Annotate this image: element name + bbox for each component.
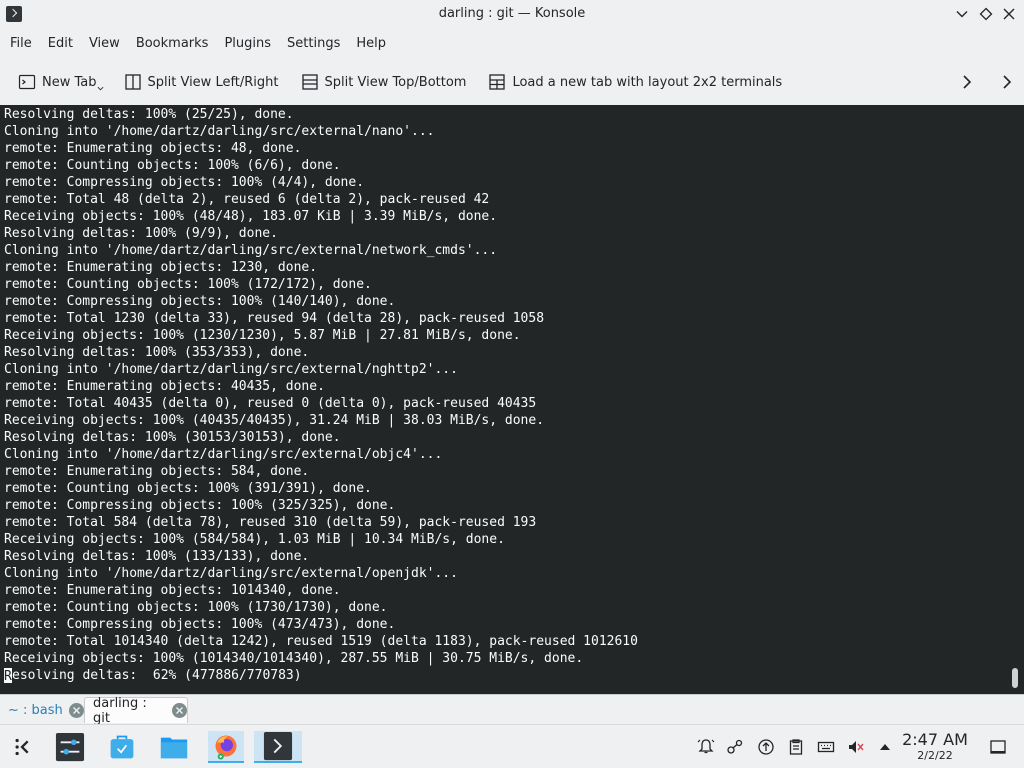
terminal-line: remote: Total 48 (delta 2), reused 6 (de… bbox=[4, 192, 490, 207]
tab-label: darling : git bbox=[93, 695, 147, 726]
clipboard-icon[interactable] bbox=[787, 738, 805, 756]
terminal-line: remote: Counting objects: 100% (172/172)… bbox=[4, 277, 372, 292]
clock-date: 2/2/22 bbox=[917, 749, 953, 762]
terminal-line: remote: Enumerating objects: 1014340, do… bbox=[4, 583, 341, 598]
konsole-icon[interactable] bbox=[254, 731, 302, 763]
toolbar: New Tab Split View Left/Right Split View… bbox=[0, 62, 1024, 102]
dolphin-folder-icon[interactable] bbox=[158, 731, 190, 763]
split-horizontal-icon bbox=[301, 74, 318, 90]
terminal-line: remote: Counting objects: 100% (391/391)… bbox=[4, 481, 372, 496]
diamond-icon bbox=[979, 7, 993, 21]
tab-bar: ~ : bash darling : git bbox=[0, 694, 1024, 726]
terminal-line: Cloning into '/home/dartz/darling/src/ex… bbox=[4, 447, 443, 462]
split-view-top-bottom-button[interactable]: Split View Top/Bottom bbox=[295, 66, 473, 98]
load-layout-label: Load a new tab with layout 2x2 terminals bbox=[512, 74, 783, 90]
terminal-current-line: Resolving deltas: 62% (477886/770783) bbox=[4, 667, 638, 684]
menu-bar: File Edit View Bookmarks Plugins Setting… bbox=[0, 30, 1024, 58]
terminal-line: remote: Enumerating objects: 584, done. bbox=[4, 464, 310, 479]
chevron-down-icon bbox=[956, 11, 968, 18]
terminal-line: Receiving objects: 100% (40435/40435), 3… bbox=[4, 413, 545, 428]
terminal-line: Resolving deltas: 100% (30153/30153), do… bbox=[4, 430, 341, 445]
menu-settings[interactable]: Settings bbox=[279, 30, 348, 58]
minimize-button[interactable] bbox=[953, 5, 971, 23]
tab-darling-git[interactable]: darling : git bbox=[84, 695, 188, 726]
grid-layout-icon bbox=[489, 74, 506, 90]
load-layout-button[interactable]: Load a new tab with layout 2x2 terminals bbox=[482, 66, 788, 98]
close-icon bbox=[1003, 8, 1015, 20]
network-icon[interactable] bbox=[726, 738, 744, 756]
terminal-cursor: R bbox=[4, 668, 12, 684]
menu-bookmarks[interactable]: Bookmarks bbox=[128, 30, 217, 58]
terminal-line: Resolving deltas: 100% (25/25), done. bbox=[4, 107, 294, 122]
clock[interactable]: 2:47 AM 2/2/22 bbox=[898, 730, 972, 763]
menu-file[interactable]: File bbox=[2, 30, 40, 58]
split-vertical-icon bbox=[124, 74, 141, 90]
terminal-line: remote: Total 40435 (delta 0), reused 0 … bbox=[4, 396, 537, 411]
split-lr-label: Split View Left/Right bbox=[147, 74, 279, 90]
terminal-line: remote: Compressing objects: 100% (140/1… bbox=[4, 294, 396, 309]
terminal-current-text: esolving deltas: 62% (477886/770783) bbox=[12, 668, 302, 683]
menu-edit[interactable]: Edit bbox=[40, 30, 81, 58]
scrollbar-handle[interactable] bbox=[1012, 668, 1018, 688]
terminal-line: remote: Compressing objects: 100% (473/4… bbox=[4, 617, 396, 632]
maximize-button[interactable] bbox=[977, 5, 995, 23]
tab-close-button[interactable] bbox=[68, 702, 84, 718]
terminal-line: Cloning into '/home/dartz/darling/src/ex… bbox=[4, 566, 458, 581]
terminal-line: Cloning into '/home/dartz/darling/src/ex… bbox=[4, 243, 498, 258]
toolbar-overflow-icon[interactable] bbox=[997, 72, 1017, 92]
system-settings-icon[interactable] bbox=[54, 731, 86, 763]
close-icon bbox=[72, 706, 80, 714]
update-icon[interactable] bbox=[757, 738, 775, 756]
terminal-line: Receiving objects: 100% (584/584), 1.03 … bbox=[4, 532, 505, 547]
terminal-icon bbox=[18, 74, 36, 90]
terminal-line: Receiving objects: 100% (48/48), 183.07 … bbox=[4, 209, 498, 224]
terminal-line: remote: Enumerating objects: 40435, done… bbox=[4, 379, 325, 394]
terminal-line: Resolving deltas: 100% (133/133), done. bbox=[4, 549, 310, 564]
split-view-left-right-button[interactable]: Split View Left/Right bbox=[118, 66, 285, 98]
terminal-line: Cloning into '/home/dartz/darling/src/ex… bbox=[4, 124, 435, 139]
terminal-line: Receiving objects: 100% (1230/1230), 5.8… bbox=[4, 328, 521, 343]
window-title: darling : git — Konsole bbox=[438, 6, 586, 21]
terminal-line: remote: Enumerating objects: 1230, done. bbox=[4, 260, 318, 275]
terminal-line: remote: Compressing objects: 100% (4/4),… bbox=[4, 175, 365, 190]
keyboard-icon[interactable] bbox=[817, 738, 835, 756]
menu-plugins[interactable]: Plugins bbox=[216, 30, 279, 58]
clock-time: 2:47 AM bbox=[902, 730, 968, 749]
tab-label: ~ : bash bbox=[8, 702, 63, 718]
terminal-line: remote: Total 584 (delta 78), reused 310… bbox=[4, 515, 537, 530]
terminal-line: Resolving deltas: 100% (353/353), done. bbox=[4, 345, 310, 360]
new-tab-button[interactable]: New Tab bbox=[12, 66, 110, 98]
application-launcher-icon[interactable] bbox=[6, 731, 38, 763]
terminal-line: Resolving deltas: 100% (9/9), done. bbox=[4, 226, 278, 241]
new-tab-label: New Tab bbox=[42, 74, 97, 90]
tab-bash[interactable]: ~ : bash bbox=[0, 697, 84, 723]
toolbar-next-icon[interactable] bbox=[957, 72, 977, 92]
show-desktop-icon[interactable] bbox=[989, 738, 1007, 756]
terminal-output: Resolving deltas: 100% (25/25), done. Clo… bbox=[4, 106, 638, 684]
volume-muted-icon[interactable] bbox=[847, 738, 865, 756]
title-bar: darling : git — Konsole bbox=[0, 0, 1024, 29]
close-icon bbox=[176, 707, 184, 714]
terminal-line: remote: Compressing objects: 100% (325/3… bbox=[4, 498, 396, 513]
terminal-line: remote: Total 1230 (delta 33), reused 94… bbox=[4, 311, 545, 326]
terminal-line: remote: Counting objects: 100% (6/6), do… bbox=[4, 158, 341, 173]
discover-icon[interactable] bbox=[106, 731, 138, 763]
firefox-icon[interactable] bbox=[208, 731, 244, 763]
tray-expand-icon[interactable] bbox=[876, 738, 894, 756]
tab-close-button[interactable] bbox=[172, 703, 187, 718]
terminal-line: remote: Enumerating objects: 48, done. bbox=[4, 141, 302, 156]
menu-view[interactable]: View bbox=[81, 30, 128, 58]
taskbar bbox=[0, 724, 1024, 768]
close-button[interactable] bbox=[1000, 5, 1018, 23]
terminal-line: remote: Total 1014340 (delta 1242), reus… bbox=[4, 634, 638, 649]
notifications-icon[interactable] bbox=[697, 738, 715, 756]
dropdown-arrow-icon[interactable] bbox=[97, 85, 104, 92]
terminal-view[interactable]: Resolving deltas: 100% (25/25), done. Clo… bbox=[0, 105, 1024, 694]
terminal-line: Cloning into '/home/dartz/darling/src/ex… bbox=[4, 362, 458, 377]
terminal-line: Receiving objects: 100% (1014340/1014340… bbox=[4, 651, 584, 666]
terminal-line: remote: Counting objects: 100% (1730/173… bbox=[4, 600, 388, 615]
menu-help[interactable]: Help bbox=[348, 30, 394, 58]
split-tb-label: Split View Top/Bottom bbox=[324, 74, 467, 90]
